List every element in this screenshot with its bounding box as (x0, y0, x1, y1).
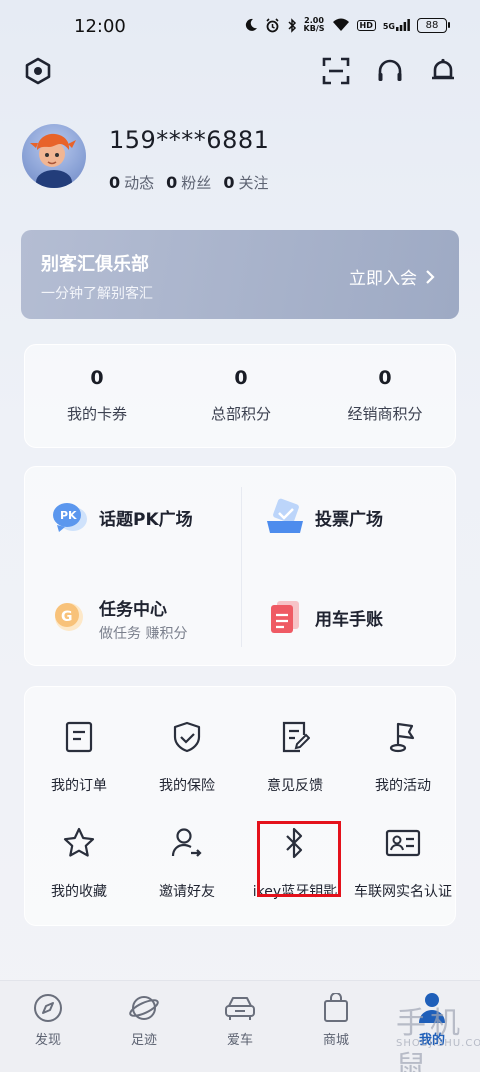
menu-my-activities[interactable]: 我的活动 (349, 719, 457, 819)
logbook-icon (271, 601, 299, 633)
points-coupons[interactable]: 0 我的卡券 (25, 367, 169, 424)
feature-task-center[interactable]: G 任务中心 做任务 赚积分 (25, 567, 241, 667)
compass-icon (31, 991, 65, 1025)
services-card: 我的订单 我的保险 意见反馈 我的活动 我的收藏 邀请好友 ikey蓝牙钥匙 车… (24, 686, 456, 926)
stat-fans[interactable]: 0 粉丝 (166, 172, 211, 193)
status-bar: 12:00 2.00 KB/S HD 5G 88 (0, 0, 480, 52)
points-card: 0 我的卡券 0 总部积分 0 经销商积分 (24, 344, 456, 448)
status-time: 12:00 (74, 16, 126, 37)
invite-user-icon (169, 825, 205, 861)
task-icon: G (55, 603, 83, 631)
signal-5g: 5G (383, 19, 410, 31)
stat-following[interactable]: 0 关注 (223, 172, 268, 193)
menu-my-favorites[interactable]: 我的收藏 (25, 825, 133, 925)
feature-car-logbook[interactable]: 用车手账 (241, 567, 457, 667)
highlight-box (257, 821, 341, 897)
join-club-button[interactable]: 立即入会 (349, 264, 435, 289)
status-icons: 2.00 KB/S HD 5G 88 (244, 17, 450, 33)
pk-icon: PK (53, 503, 87, 532)
club-title: 别客汇俱乐部 (41, 254, 149, 275)
id-card-icon (385, 825, 421, 861)
menu-my-orders[interactable]: 我的订单 (25, 719, 133, 819)
wifi-icon (332, 18, 349, 31)
alarm-icon (265, 17, 279, 32)
feature-topic-pk[interactable]: PK 话题PK广场 (25, 467, 241, 567)
stat-posts[interactable]: 0 动态 (109, 172, 154, 193)
planet-icon (127, 991, 161, 1025)
club-subtitle: 一分钟了解别客汇 (41, 286, 153, 302)
bluetooth-status-icon (288, 17, 296, 33)
feature-vote[interactable]: 投票广场 (241, 467, 457, 567)
activity-flag-icon (385, 719, 421, 755)
menu-iov-realname-auth[interactable]: 车联网实名认证 (349, 825, 457, 925)
avatar[interactable] (22, 124, 86, 188)
net-speed: 2.00 KB/S (303, 16, 325, 33)
svg-text:G: G (61, 609, 73, 625)
star-icon (61, 825, 97, 861)
battery-indicator: 88 (417, 17, 450, 33)
nav-footprint[interactable]: 足迹 (96, 991, 192, 1048)
settings-hex-icon[interactable] (23, 56, 53, 86)
svg-text:PK: PK (60, 509, 77, 522)
features-card: PK 话题PK广场 投票广场 G 任务中心 做任务 赚积分 用车手账 (24, 466, 456, 666)
insurance-shield-icon (169, 719, 205, 755)
menu-invite-friends[interactable]: 邀请好友 (133, 825, 241, 925)
nav-discover[interactable]: 发现 (0, 991, 96, 1048)
profile-header[interactable]: 159****6881 0 动态 0 粉丝 0 关注 (22, 124, 462, 194)
club-banner[interactable]: 别客汇俱乐部 一分钟了解别客汇 立即入会 (21, 230, 459, 319)
chevron-right-icon (426, 269, 435, 284)
top-action-bar (0, 52, 480, 90)
scan-icon[interactable] (321, 56, 351, 86)
user-phone: 159****6881 (109, 126, 270, 154)
nav-my-car[interactable]: 爱车 (192, 991, 288, 1048)
headset-icon[interactable] (375, 56, 405, 86)
menu-my-insurance[interactable]: 我的保险 (133, 719, 241, 819)
bell-icon[interactable] (428, 56, 458, 86)
moon-icon (245, 18, 257, 31)
menu-feedback[interactable]: 意见反馈 (241, 719, 349, 819)
profile-stats: 0 动态 0 粉丝 0 关注 (109, 172, 268, 193)
watermark: 手机鼠 SHOUJISHU.COM (396, 1006, 480, 1072)
order-icon (61, 719, 97, 755)
car-icon (223, 991, 257, 1025)
join-label: 立即入会 (349, 269, 417, 289)
points-dealer[interactable]: 0 经销商积分 (313, 367, 457, 424)
shopping-bag-icon (319, 991, 353, 1025)
vote-icon (267, 498, 303, 533)
hd-badge: HD (356, 19, 376, 31)
points-headquarters[interactable]: 0 总部积分 (169, 367, 313, 424)
feedback-icon (277, 719, 313, 755)
